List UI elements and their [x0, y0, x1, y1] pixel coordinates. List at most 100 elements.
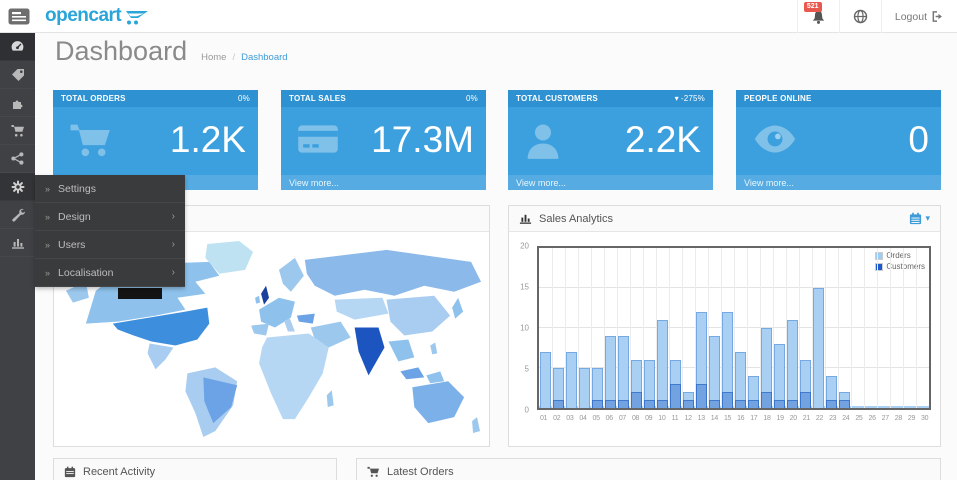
- x-tick-label: 19: [774, 415, 787, 422]
- country-turkey: [297, 314, 315, 324]
- logout-button[interactable]: Logout: [881, 0, 957, 33]
- tile-body: 17.3M: [281, 107, 486, 175]
- y-tick-label: 20: [520, 242, 529, 251]
- country-japan: [452, 298, 463, 319]
- opencart-logo[interactable]: opencart: [45, 5, 149, 27]
- customers-bar: [631, 392, 642, 408]
- breadcrumb-current-link[interactable]: Dashboard: [241, 52, 287, 63]
- x-tick-label: 04: [576, 415, 589, 422]
- v-gridline: [838, 248, 839, 408]
- sidebar-item-catalog[interactable]: [0, 61, 35, 89]
- country-italy: [284, 319, 295, 332]
- sales-analytics-panel: Sales Analytics ▾ 05101520 OrdersCustome…: [508, 205, 941, 447]
- double-angle-icon: »: [45, 184, 50, 194]
- country-ireland: [255, 296, 260, 304]
- logout-label: Logout: [895, 11, 927, 23]
- submenu-item-settings[interactable]: » Settings: [35, 175, 185, 203]
- view-more-link[interactable]: View more...: [508, 175, 713, 190]
- logout-icon: [931, 10, 944, 23]
- catalog-tag-icon: [11, 68, 25, 82]
- x-tick-label: 26: [866, 415, 879, 422]
- sidebar-nav: [0, 33, 35, 480]
- tile-header: TOTAL SALES 0%: [281, 90, 486, 107]
- country-se-asia: [388, 339, 414, 361]
- customers-bar: [670, 384, 681, 408]
- chevron-right-icon: ›: [172, 211, 175, 222]
- recent-activity-header: Recent Activity: [54, 459, 336, 480]
- x-tick-label: 12: [682, 415, 695, 422]
- chart-panel-header: Sales Analytics ▾: [509, 206, 940, 232]
- x-tick-label: 02: [550, 415, 563, 422]
- double-angle-icon: »: [45, 240, 50, 250]
- orders-bar: [709, 336, 720, 408]
- orders-bar: [579, 368, 590, 408]
- double-angle-icon: »: [45, 268, 50, 278]
- y-tick-label: 5: [525, 365, 529, 374]
- country-madagascar: [327, 390, 334, 407]
- bar-chart-icon: [519, 212, 532, 225]
- customers-bar: [722, 392, 733, 408]
- eye-icon: [752, 122, 798, 156]
- x-tick-label: 16: [734, 415, 747, 422]
- menu-toggle-icon[interactable]: [8, 8, 30, 25]
- sidebar-item-marketing[interactable]: [0, 145, 35, 173]
- opencart-admin-dashboard: opencart 521 Logout: [0, 0, 957, 480]
- marketing-share-icon: [11, 152, 24, 165]
- sidebar-item-extensions[interactable]: [0, 89, 35, 117]
- legend-entry: Orders: [875, 251, 925, 260]
- submenu-item-users[interactable]: » Users ›: [35, 231, 185, 259]
- country-central-asia: [335, 298, 389, 320]
- sidebar-item-reports[interactable]: [0, 229, 35, 257]
- sidebar-item-sales[interactable]: [0, 117, 35, 145]
- tile-header: PEOPLE ONLINE: [736, 90, 941, 107]
- country-philippines: [430, 342, 437, 354]
- customers-bar: [748, 400, 759, 408]
- v-gridline: [864, 248, 865, 408]
- opencart-logo-text: opencart: [45, 5, 121, 27]
- x-tick-label: 08: [629, 415, 642, 422]
- submenu-item-label: Users: [58, 239, 172, 251]
- view-more-link[interactable]: View more...: [736, 175, 941, 190]
- sidebar-item-dashboard[interactable]: [0, 33, 35, 61]
- submenu-item-label: Settings: [58, 183, 175, 195]
- x-tick-label: 22: [813, 415, 826, 422]
- tile-title: PEOPLE ONLINE: [744, 94, 812, 103]
- country-russia: [305, 250, 481, 296]
- sidebar-item-tools[interactable]: [0, 201, 35, 229]
- view-more-link[interactable]: View more...: [281, 175, 486, 190]
- x-tick-label: 17: [747, 415, 760, 422]
- chart-y-axis: 05101520: [509, 246, 533, 410]
- x-tick-label: 23: [826, 415, 839, 422]
- trend-down-caret-icon: ▾: [675, 94, 679, 103]
- submenu-item-design[interactable]: » Design ›: [35, 203, 185, 231]
- sidebar-item-system[interactable]: [0, 173, 35, 201]
- tile-body: 2.2K: [508, 107, 713, 175]
- v-gridline: [851, 248, 852, 408]
- country-africa: [259, 334, 329, 420]
- x-tick-label: 24: [839, 415, 852, 422]
- x-tick-label: 20: [787, 415, 800, 422]
- user-icon: [524, 122, 562, 162]
- x-tick-label: 21: [800, 415, 813, 422]
- tools-wrench-icon: [11, 208, 25, 222]
- date-range-button[interactable]: ▾: [909, 212, 930, 225]
- customers-bar: [553, 400, 564, 408]
- x-tick-label: 06: [603, 415, 616, 422]
- chevron-right-icon: ›: [172, 267, 175, 278]
- notifications-button[interactable]: 521: [797, 0, 839, 33]
- submenu-item-localisation[interactable]: » Localisation ›: [35, 259, 185, 287]
- recent-activity-panel: Recent Activity: [53, 458, 337, 480]
- tile-header: TOTAL ORDERS 0%: [53, 90, 258, 107]
- customers-bar: [774, 400, 785, 408]
- country-uk: [261, 286, 269, 305]
- tile-value: 17.3M: [371, 107, 474, 173]
- globe-icon: [853, 9, 868, 24]
- sales-cart-icon: [11, 124, 25, 138]
- stores-button[interactable]: [839, 0, 881, 33]
- y-tick-label: 15: [520, 283, 529, 292]
- tile-percent: -275%: [681, 94, 705, 103]
- cart-icon: [367, 466, 380, 478]
- orders-bar: [566, 352, 577, 408]
- breadcrumb-home-link[interactable]: Home: [201, 52, 226, 63]
- system-gear-icon: [11, 180, 25, 194]
